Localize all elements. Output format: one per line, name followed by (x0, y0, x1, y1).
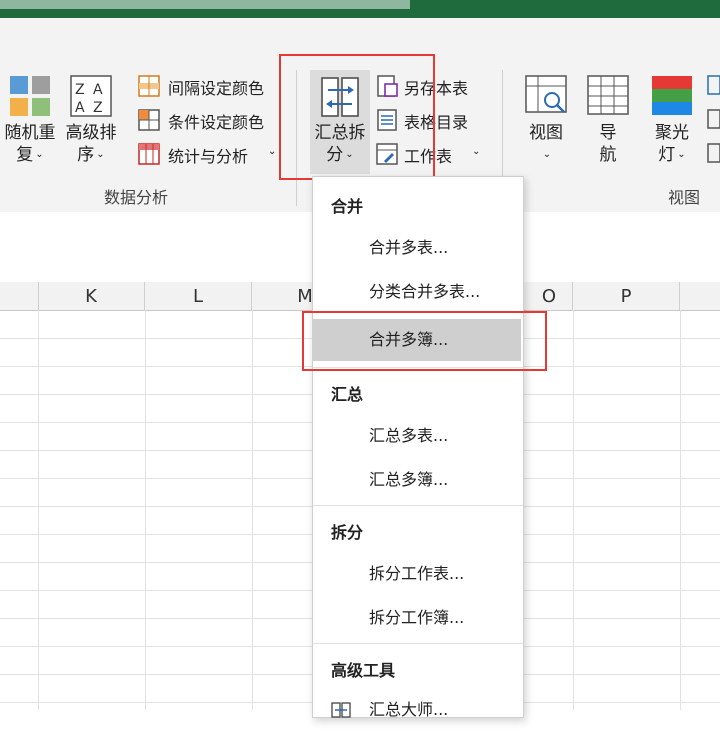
menu-header-summary: 汇总 (331, 385, 364, 404)
column-header-p[interactable]: P (573, 282, 680, 310)
color-blocks-icon (10, 76, 50, 116)
svg-text:A: A (75, 100, 85, 116)
random-reorder-label-2: 复 (16, 145, 34, 165)
spotlight-label-2: 灯 (658, 145, 676, 165)
title-bar (0, 0, 720, 18)
navigation-grid-icon (587, 75, 629, 115)
menu-item-summary-master[interactable]: 汇总大师... (313, 689, 523, 731)
grid-line (38, 310, 39, 710)
menu-item-label: 合并多表... (369, 238, 449, 257)
menu-item-summary-sheets[interactable]: 汇总多表... (313, 415, 523, 457)
grid-line (680, 310, 681, 710)
menu-header-advanced: 高级工具 (331, 661, 396, 680)
sort-az-icon: Z A A Z (70, 75, 112, 117)
navigation-label-2: 航 (599, 145, 617, 165)
svg-text:Z: Z (75, 82, 85, 98)
column-header-l[interactable]: L (145, 282, 252, 310)
chevron-down-icon: ⌄ (268, 146, 277, 157)
data-analysis-group-label: 数据分析 (104, 188, 169, 207)
menu-item-summary-workbooks[interactable]: 汇总多簿... (313, 459, 523, 501)
menu-item-label: 汇总大师... (369, 700, 449, 719)
stats-analysis-label: 统计与分析 (168, 147, 249, 166)
grid-line (573, 310, 574, 710)
interval-color-button[interactable]: 间隔设定颜色 (138, 73, 278, 99)
condition-color-label: 条件设定颜色 (168, 113, 265, 132)
random-reorder-label-1: 随机重 (4, 123, 56, 143)
svg-text:A: A (93, 82, 103, 98)
view-extra-button[interactable] (704, 74, 720, 174)
chevron-down-icon: ⌄ (96, 149, 105, 160)
view-label: 视图 (529, 123, 563, 143)
highlight-merge-split (279, 54, 435, 180)
menu-item-split-workbook[interactable]: 拆分工作簿... (313, 597, 523, 639)
navigation-button[interactable]: 导 航 (584, 74, 632, 174)
view-group-label: 视图 (668, 188, 701, 207)
condition-color-button[interactable]: 条件设定颜色 (138, 107, 278, 133)
stats-analysis-button[interactable]: 统计与分析 ⌄ (138, 141, 278, 167)
menu-item-label: 分类合并多表... (369, 282, 481, 301)
merge-split-dropdown-menu: 合并 合并多表... 分类合并多表... 合并多簿... 汇总 汇总多表... … (312, 176, 524, 719)
interval-color-label: 间隔设定颜色 (168, 79, 265, 98)
menu-item-merge-sheets[interactable]: 合并多表... (313, 227, 523, 269)
grid-stripe-icon (138, 75, 160, 97)
advanced-sort-label-2: 序 (77, 145, 95, 165)
highlight-merge-workbooks (302, 311, 547, 371)
menu-item-label: 拆分工作簿... (369, 608, 465, 627)
navigation-label-1: 导 (599, 123, 617, 143)
view-button[interactable]: 视图 ⌄ (520, 74, 572, 174)
menu-separator (313, 643, 523, 644)
spotlight-button[interactable]: 聚光 灯 ⌄ (644, 74, 700, 174)
column-header-k[interactable]: K (38, 282, 145, 310)
chevron-down-icon: ⌄ (472, 146, 481, 157)
menu-header-merge: 合并 (331, 197, 364, 216)
view-search-icon (525, 75, 567, 113)
menu-item-split-worksheet[interactable]: 拆分工作表... (313, 553, 523, 595)
stats-table-icon (138, 143, 160, 165)
random-reorder-button[interactable]: 随机重 复 ⌄ (4, 74, 56, 174)
chevron-down-icon: ⌄ (677, 149, 686, 160)
spotlight-icon (652, 76, 692, 115)
grid-line (252, 310, 253, 710)
tab-strip (0, 0, 410, 9)
conditional-grid-icon (138, 109, 160, 131)
spotlight-label-1: 聚光 (655, 123, 689, 143)
chevron-down-icon: ⌄ (35, 149, 44, 160)
svg-text:Z: Z (93, 100, 103, 116)
summary-master-icon (331, 702, 351, 718)
column-header-blank (0, 282, 39, 310)
menu-item-label: 拆分工作表... (369, 564, 465, 583)
window-icon (707, 75, 720, 163)
grid-line (145, 310, 146, 710)
advanced-sort-button[interactable]: Z A A Z 高级排 序 ⌄ (62, 74, 120, 174)
menu-item-label: 汇总多表... (369, 426, 449, 445)
menu-item-category-merge[interactable]: 分类合并多表... (313, 271, 523, 313)
menu-header-split: 拆分 (331, 523, 364, 542)
menu-item-label: 汇总多簿... (369, 470, 449, 489)
advanced-sort-label-1: 高级排 (65, 123, 117, 143)
chevron-down-icon: ⌄ (542, 149, 552, 160)
menu-separator (313, 505, 523, 506)
